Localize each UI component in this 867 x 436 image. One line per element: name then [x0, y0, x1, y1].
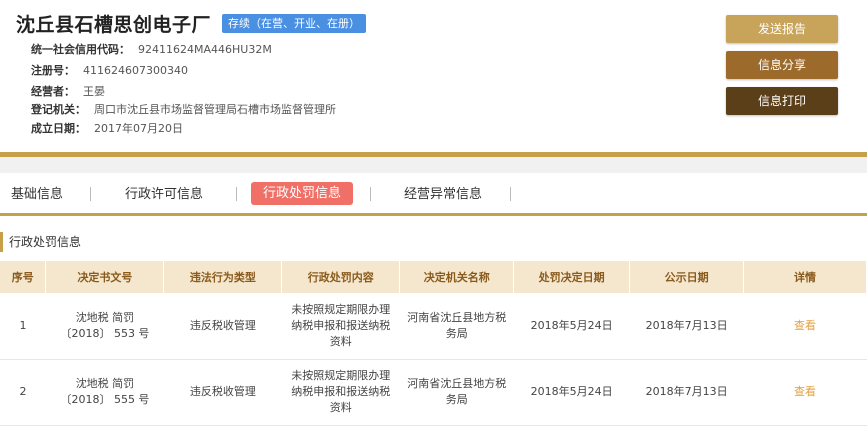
table-row: 1 沈地税 简罚 〔2018〕 553 号 违反税收管理 未按照规定期限办理纳税… — [0, 293, 867, 360]
info-label: 经营者： — [31, 85, 75, 98]
col-header-content: 行政处罚内容 — [281, 261, 401, 293]
col-header-authority: 决定机关名称 — [399, 261, 515, 293]
tab-abnormal-info[interactable]: 经营异常信息 — [404, 183, 482, 202]
col-header-publish-date: 公示日期 — [629, 261, 745, 293]
info-label: 成立日期： — [31, 122, 86, 135]
divider-gray — [0, 157, 867, 173]
status-badge: 存续（在营、开业、在册） — [222, 14, 366, 33]
cell-type: 违反税收管理 — [163, 359, 282, 426]
info-value: 92411624MA446HU32M — [138, 43, 272, 56]
cell-authority: 河南省沈丘县地方税务局 — [399, 359, 514, 426]
info-credit-code: 统一社会信用代码： 92411624MA446HU32M — [31, 41, 272, 57]
cell-content: 未按照规定期限办理纳税申报和报送纳税资料 — [281, 293, 400, 360]
tab-license-info[interactable]: 行政许可信息 — [125, 183, 203, 202]
info-label: 统一社会信用代码： — [31, 43, 130, 56]
view-detail-link[interactable]: 查看 — [794, 385, 816, 398]
cell-no: 2 — [0, 359, 46, 426]
tab-penalty-info[interactable]: 行政处罚信息 — [251, 182, 354, 205]
info-reg-no: 注册号： 411624607300340 — [31, 62, 188, 78]
company-header: 沈丘县石槽思创电子厂 存续（在营、开业、在册） 统一社会信用代码： 9241162… — [0, 0, 867, 152]
share-info-button[interactable]: 信息分享 — [726, 51, 838, 79]
info-label: 登记机关： — [31, 103, 86, 116]
col-header-doc-no: 决定书文号 — [45, 261, 165, 293]
col-header-type: 违法行为类型 — [163, 261, 283, 293]
cell-doc-no: 沈地税 简罚 〔2018〕 553 号 — [45, 293, 164, 360]
col-header-decision-date: 处罚决定日期 — [513, 261, 631, 293]
table-row: 2 沈地税 简罚 〔2018〕 555 号 违反税收管理 未按照规定期限办理纳税… — [0, 359, 867, 426]
cell-decision-date: 2018年5月24日 — [513, 293, 630, 360]
tab-separator — [236, 187, 237, 201]
cell-decision-date: 2018年5月24日 — [513, 359, 630, 426]
info-authority: 登记机关： 周口市沈丘县市场监督管理局石槽市场监督管理所 — [31, 101, 336, 117]
info-label: 注册号： — [31, 64, 75, 77]
cell-content: 未按照规定期限办理纳税申报和报送纳税资料 — [281, 359, 400, 426]
info-value: 周口市沈丘县市场监督管理局石槽市场监督管理所 — [94, 103, 336, 116]
tab-separator — [90, 187, 91, 201]
print-info-button[interactable]: 信息打印 — [726, 87, 838, 115]
table-header-row: 序号 决定书文号 违法行为类型 行政处罚内容 决定机关名称 处罚决定日期 公示日… — [0, 261, 867, 293]
penalty-table: 序号 决定书文号 违法行为类型 行政处罚内容 决定机关名称 处罚决定日期 公示日… — [0, 261, 867, 426]
cell-publish-date: 2018年7月13日 — [629, 359, 744, 426]
cell-type: 违反税收管理 — [163, 293, 282, 360]
info-operator: 经营者： 王晏 — [31, 83, 105, 99]
info-tabs: 基础信息 行政许可信息 行政处罚信息 经营异常信息 — [0, 173, 867, 213]
view-detail-link[interactable]: 查看 — [794, 319, 816, 332]
cell-publish-date: 2018年7月13日 — [629, 293, 744, 360]
cell-no: 1 — [0, 293, 46, 360]
cell-detail: 查看 — [743, 359, 867, 426]
tab-separator — [510, 187, 511, 201]
info-value: 2017年07月20日 — [94, 122, 183, 135]
cell-detail: 查看 — [743, 293, 867, 360]
cell-authority: 河南省沈丘县地方税务局 — [399, 293, 514, 360]
cell-doc-no: 沈地税 简罚 〔2018〕 555 号 — [45, 359, 164, 426]
tab-basic-info[interactable]: 基础信息 — [11, 183, 63, 202]
info-established: 成立日期： 2017年07月20日 — [31, 120, 183, 136]
section-title: 行政处罚信息 — [0, 232, 81, 252]
tab-separator — [370, 187, 371, 201]
col-header-no: 序号 — [0, 261, 47, 293]
send-report-button[interactable]: 发送报告 — [726, 15, 838, 43]
company-name: 沈丘县石槽思创电子厂 — [16, 14, 212, 36]
info-value: 王晏 — [83, 85, 105, 98]
info-value: 411624607300340 — [83, 64, 188, 77]
divider-gold — [0, 213, 867, 216]
col-header-detail: 详情 — [743, 261, 867, 293]
